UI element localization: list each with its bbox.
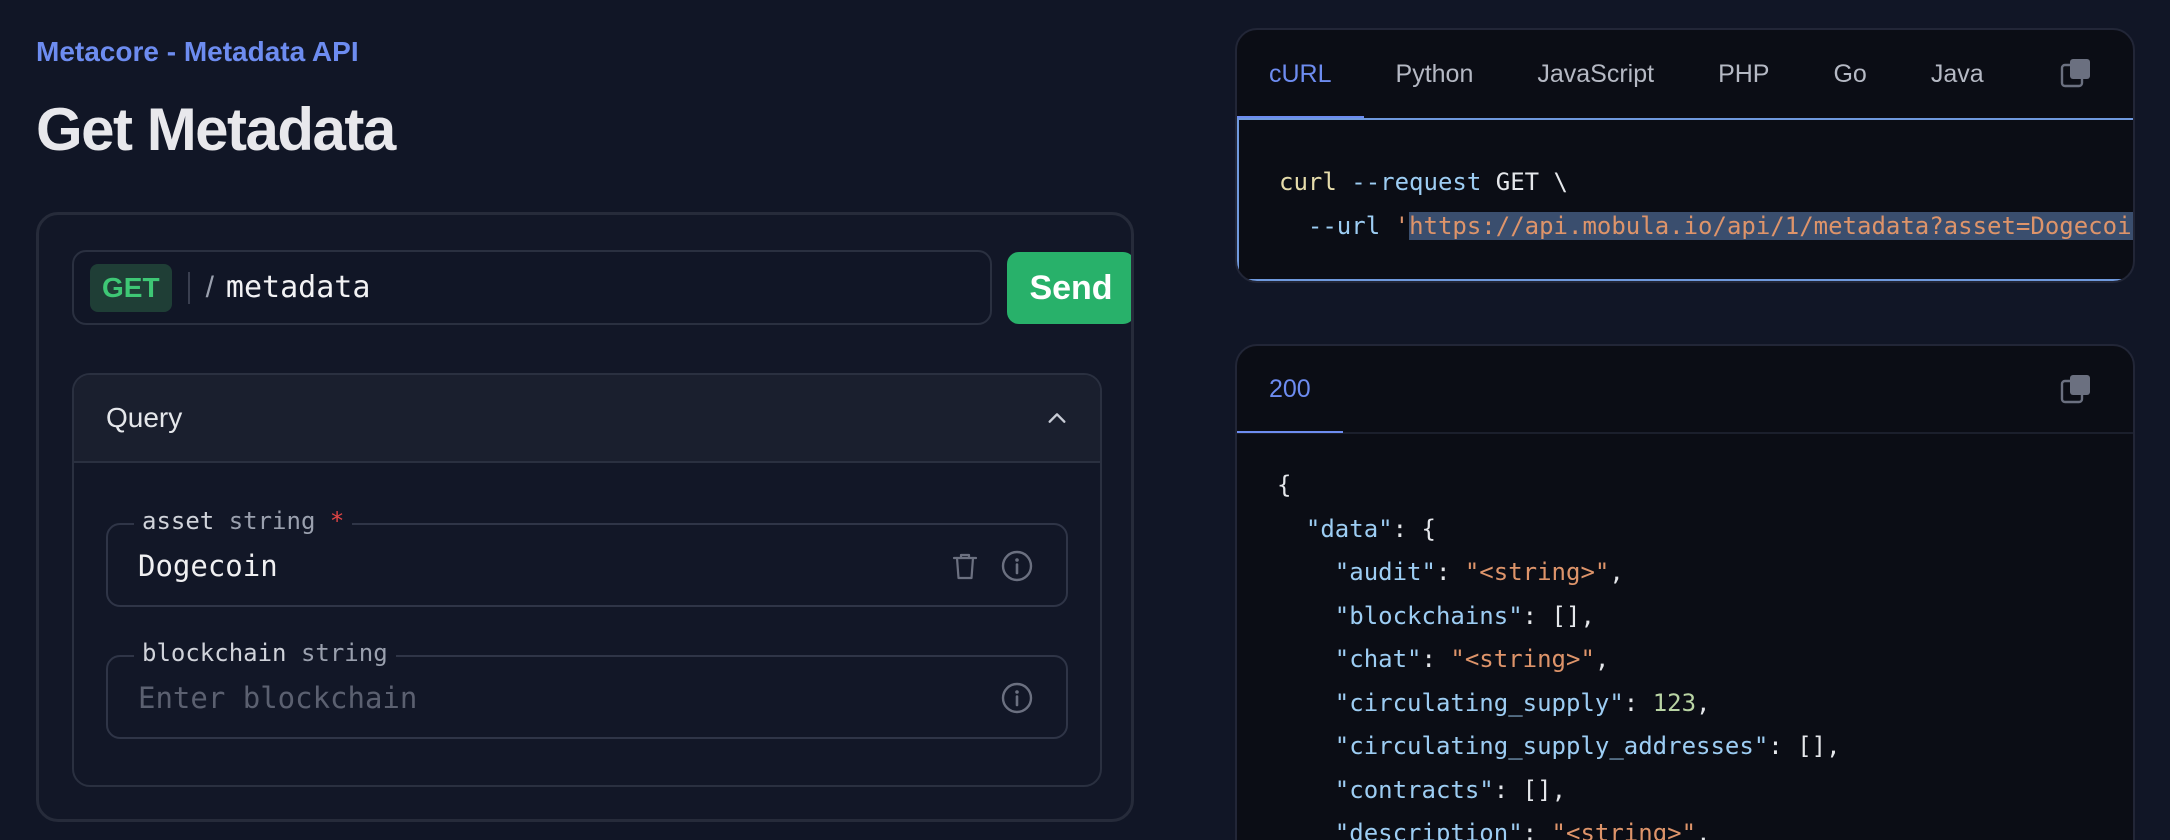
json-line: "circulating_supply_addresses": [],	[1334, 732, 1841, 760]
json-key: "blockchains"	[1334, 601, 1523, 630]
json-key: "chat"	[1334, 645, 1422, 673]
json-line: "circulating_supply": 123,	[1334, 688, 1711, 717]
tab-curl[interactable]: cURL	[1237, 30, 1364, 118]
tab-python[interactable]: Python	[1364, 30, 1506, 118]
path-slash: /	[205, 270, 214, 304]
tab-java[interactable]: Java	[1899, 30, 2016, 118]
asset-input[interactable]: Dogecoin	[138, 549, 278, 583]
json-key: "audit"	[1334, 558, 1436, 586]
json-key: "contracts"	[1334, 775, 1494, 804]
blockchain-field[interactable]: blockchain string Enter blockchain	[106, 639, 1068, 739]
json-value: "<string>"	[1450, 645, 1595, 673]
asset-field-name: asset	[142, 507, 215, 535]
json-value: []	[1797, 732, 1827, 760]
response-json[interactable]: { "data": { "audit": "<string>", "blockc…	[1237, 434, 2133, 840]
code-sample-panel: cURL Python JavaScript PHP Go Java curl …	[1235, 28, 2135, 283]
json-line: "data": {	[1305, 514, 1436, 543]
code-block[interactable]: curl --request GET \ --url 'https://api.…	[1237, 118, 2133, 281]
json-value: "<string>"	[1551, 819, 1697, 840]
tab-go[interactable]: Go	[1801, 30, 1898, 118]
api-playground: GET / metadata Send Query asset string *…	[36, 212, 1134, 822]
json-line: "chat": "<string>",	[1334, 645, 1610, 673]
code-url-selected: https://api.mobula.io/api/1/metadata?ass…	[1409, 212, 2133, 240]
code-flag: --request	[1336, 168, 1482, 196]
json-key: "circulating_supply"	[1334, 688, 1624, 717]
tab-php[interactable]: PHP	[1686, 30, 1801, 118]
json-key: "data"	[1305, 514, 1393, 543]
json-line: "description": "<string>",	[1277, 812, 2133, 840]
blockchain-field-type: string	[300, 639, 388, 667]
json-value: {	[1421, 514, 1436, 543]
code-method: GET \	[1481, 168, 1568, 196]
asset-field[interactable]: asset string * Dogecoin	[106, 507, 1068, 607]
page-title: Get Metadata	[36, 96, 396, 163]
info-icon[interactable]	[1000, 681, 1034, 715]
tab-javascript[interactable]: JavaScript	[1505, 30, 1686, 118]
divider	[187, 271, 190, 304]
json-value: []	[1522, 775, 1552, 804]
tab-status-200[interactable]: 200	[1237, 346, 1343, 433]
required-marker: *	[329, 507, 345, 535]
code-flag: --url	[1279, 212, 1381, 240]
json-line: "contracts": [],	[1334, 775, 1567, 804]
json-value: "<string>"	[1464, 558, 1610, 586]
query-panel: Query asset string * Dogecoin blockchain…	[72, 373, 1102, 787]
info-icon[interactable]	[1000, 549, 1034, 583]
language-tabs: cURL Python JavaScript PHP Go Java	[1237, 30, 2133, 118]
trash-icon[interactable]	[948, 549, 982, 583]
breadcrumb[interactable]: Metacore - Metadata API	[36, 36, 359, 68]
response-tabs: 200	[1237, 346, 2133, 434]
code-command: curl	[1279, 168, 1337, 196]
query-title: Query	[106, 402, 183, 433]
copy-icon[interactable]	[2059, 56, 2093, 90]
json-line: "blockchains": [],	[1334, 601, 1595, 630]
url-bar: GET / metadata	[72, 250, 992, 325]
blockchain-field-label: blockchain string	[134, 639, 396, 667]
method-badge: GET	[90, 263, 172, 312]
json-line: {	[1277, 464, 2133, 508]
json-value: {	[1277, 471, 1292, 499]
json-line: "audit": "<string>",	[1334, 558, 1624, 586]
code-quote: '	[1380, 212, 1410, 240]
copy-icon[interactable]	[2059, 372, 2093, 406]
json-key: "circulating_supply_addresses"	[1334, 732, 1769, 760]
asset-field-type: string	[228, 507, 316, 535]
json-key: "description"	[1334, 819, 1523, 840]
chevron-up-icon[interactable]	[1046, 407, 1068, 429]
blockchain-field-name: blockchain	[142, 639, 287, 667]
endpoint-path: metadata	[225, 270, 371, 305]
asset-field-label: asset string *	[134, 507, 353, 535]
query-header[interactable]: Query	[74, 375, 1100, 463]
response-panel: 200 { "data": { "audit": "<string>", "bl…	[1235, 344, 2135, 840]
send-button[interactable]: Send	[1007, 252, 1131, 324]
json-value: []	[1551, 601, 1581, 630]
blockchain-input[interactable]: Enter blockchain	[138, 681, 417, 715]
json-value: 123	[1652, 688, 1697, 717]
